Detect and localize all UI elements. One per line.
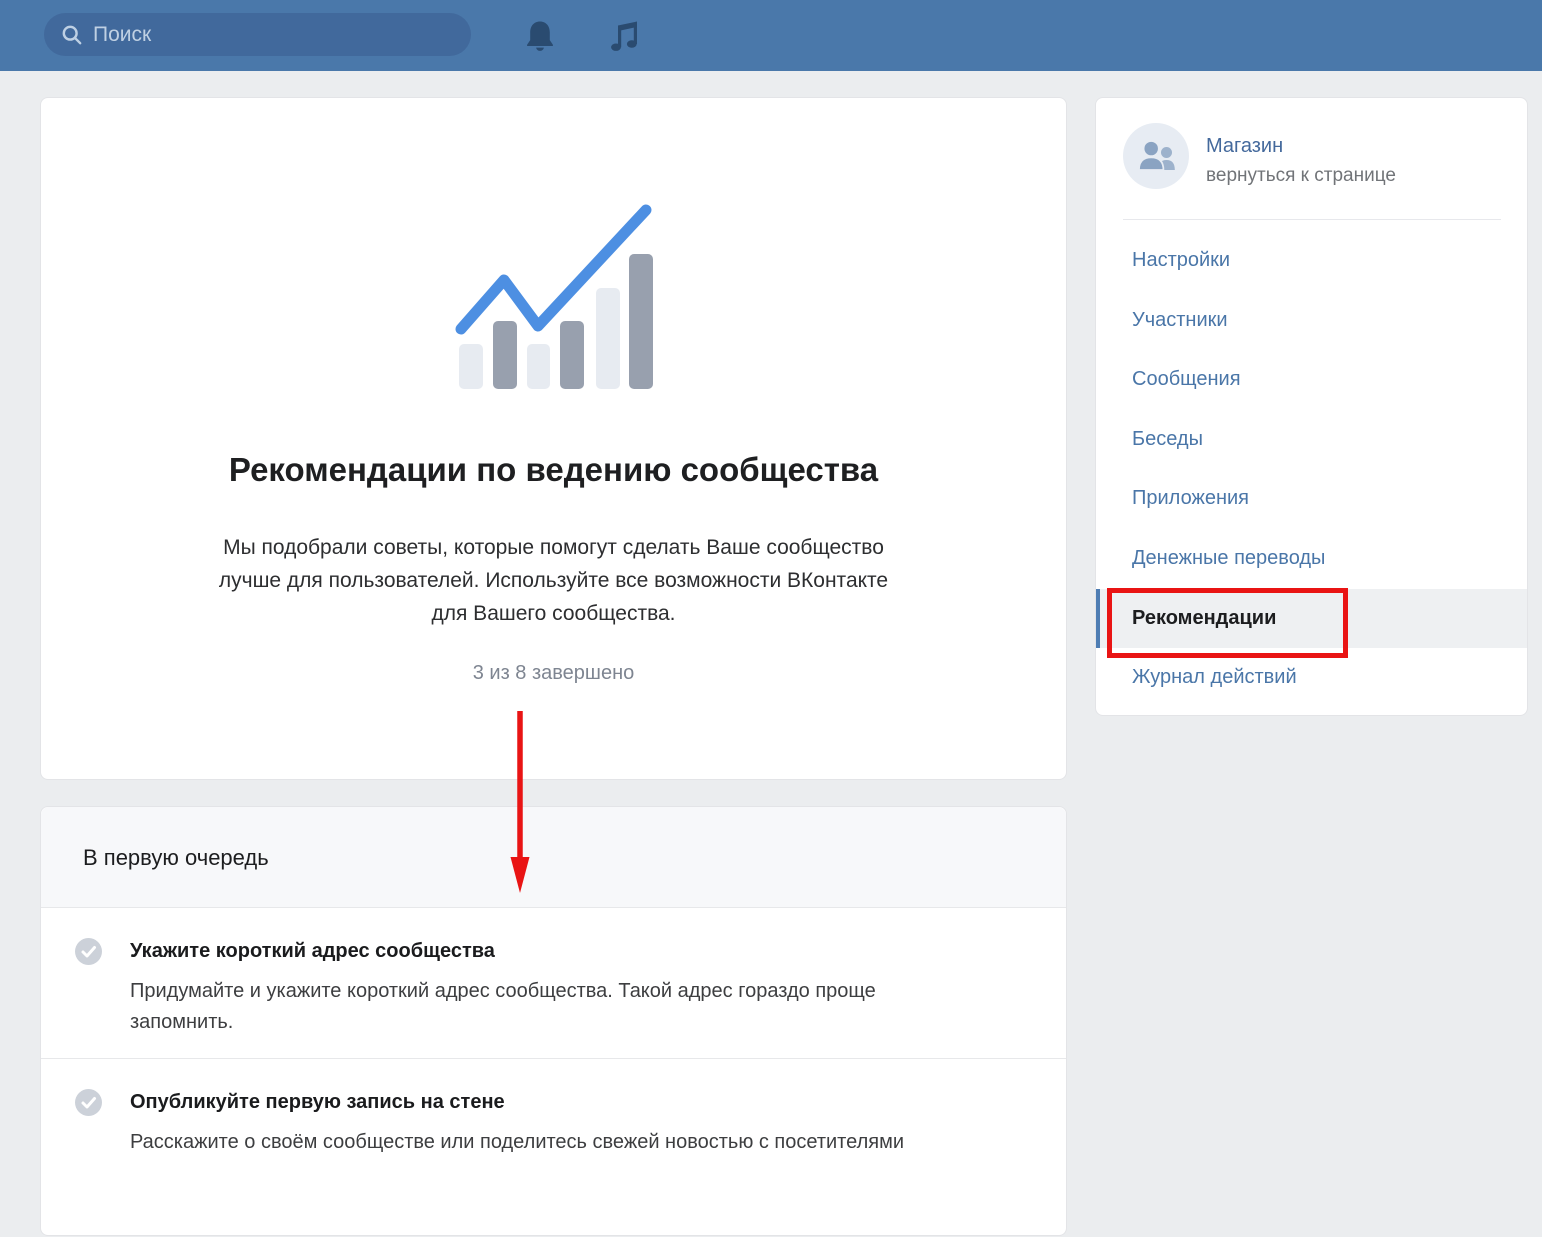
sidebar-item-money-transfers[interactable]: Денежные переводы — [1096, 529, 1527, 588]
sidebar-item-messages[interactable]: Сообщения — [1096, 350, 1527, 409]
music-button[interactable] — [601, 13, 647, 59]
community-avatar-icon — [1128, 128, 1184, 184]
first-priority-card: В первую очередь Укажите короткий адрес … — [40, 806, 1067, 1236]
task-title: Опубликуйте первую запись на стене — [130, 1091, 505, 1114]
task-title: Укажите короткий адрес сообщества — [130, 940, 495, 963]
music-icon — [606, 18, 642, 54]
search-icon — [61, 24, 83, 46]
recommendations-card: Рекомендации по ведению сообщества Мы по… — [40, 97, 1067, 780]
community-avatar[interactable] — [1123, 123, 1189, 189]
divider — [1123, 219, 1501, 220]
check-icon — [75, 938, 102, 965]
check-icon — [75, 1089, 102, 1116]
sidebar: Магазин вернуться к странице Настройки У… — [1095, 97, 1528, 716]
vk-community-recommendations-page: { "topbar": { "search_placeholder": "Пои… — [0, 0, 1542, 1153]
community-name-link[interactable]: Магазин — [1206, 135, 1283, 158]
notifications-button[interactable] — [517, 13, 563, 59]
bell-icon — [522, 18, 558, 54]
task-description: Расскажите о своём сообществе или подели… — [130, 1127, 904, 1158]
growth-chart-illustration — [450, 193, 660, 403]
sidebar-item-chats[interactable]: Беседы — [1096, 410, 1527, 469]
active-item-indicator — [1096, 589, 1100, 648]
section-header: В первую очередь — [41, 807, 1066, 908]
sidebar-item-settings[interactable]: Настройки — [1096, 231, 1527, 290]
page-description: Мы подобрали советы, которые помогут сде… — [41, 531, 1066, 630]
sidebar-item-recommendations[interactable]: Рекомендации — [1096, 589, 1527, 648]
section-title: В первую очередь — [83, 845, 269, 871]
sidebar-item-action-log[interactable]: Журнал действий — [1096, 648, 1527, 707]
sidebar-item-members[interactable]: Участники — [1096, 291, 1527, 350]
back-to-page-link[interactable]: вернуться к странице — [1206, 165, 1396, 187]
description-line: Мы подобрали советы, которые помогут сде… — [41, 531, 1066, 564]
page-title: Рекомендации по ведению сообщества — [41, 451, 1066, 489]
progress-status: 3 из 8 завершено — [41, 662, 1066, 685]
task-item-short-address[interactable]: Укажите короткий адрес сообщества Придум… — [41, 908, 1066, 1058]
description-line: лучше для пользователей. Используйте все… — [41, 564, 1066, 597]
sidebar-item-apps[interactable]: Приложения — [1096, 469, 1527, 528]
task-description: Придумайте и укажите короткий адрес сооб… — [130, 976, 876, 1038]
description-line: для Вашего сообщества. — [41, 597, 1066, 630]
search-field[interactable] — [44, 13, 471, 56]
task-item-first-post[interactable]: Опубликуйте первую запись на стене Расск… — [41, 1059, 1066, 1237]
search-input[interactable] — [93, 17, 471, 53]
topbar — [0, 0, 1542, 71]
